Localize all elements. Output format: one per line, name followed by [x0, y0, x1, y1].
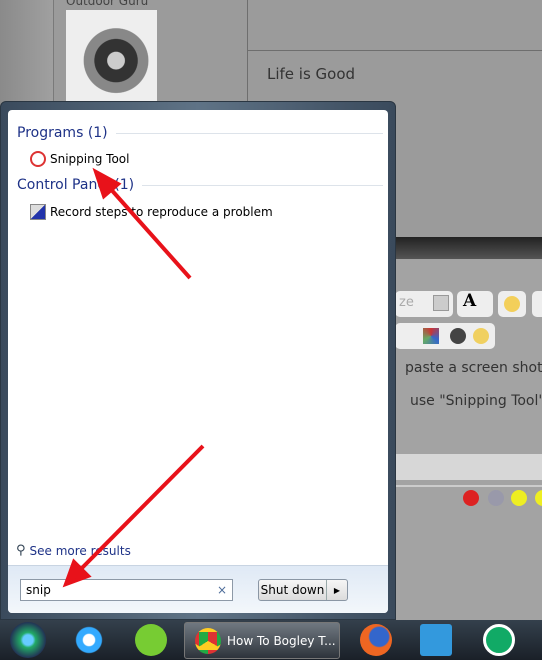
angry-smiley-icon[interactable] [463, 490, 479, 506]
divider [142, 184, 383, 186]
shutdown-button[interactable]: Shut down [259, 580, 327, 600]
result-label: Snipping Tool [50, 152, 130, 166]
start-orb-icon[interactable] [10, 622, 46, 658]
avatar [66, 10, 157, 102]
steps-recorder-icon [30, 204, 46, 220]
search-icon: ⚲ [16, 543, 26, 558]
group-control-panel: Control Panel (1) [17, 177, 383, 193]
insert-toolbar [395, 323, 495, 349]
see-more-label: See more results [29, 543, 131, 558]
grin-smiley-icon[interactable] [511, 490, 527, 506]
sun-icon[interactable] [473, 328, 489, 344]
search-input[interactable]: snip × [20, 579, 233, 601]
ghost-smiley-icon[interactable] [488, 490, 504, 506]
internet-explorer-icon[interactable] [73, 624, 105, 656]
scissors-icon [30, 151, 46, 167]
result-label: Record steps to reproduce a problem [50, 205, 273, 219]
clear-search-icon[interactable]: × [217, 583, 227, 597]
divider [395, 485, 542, 487]
editor-text: use "Snipping Tool". [410, 393, 542, 409]
chevron-down-icon [433, 295, 449, 311]
shutdown-button-group: Shut down ▶ [258, 579, 348, 601]
firefox-icon[interactable] [360, 624, 392, 656]
smiley-icon [504, 296, 520, 312]
group-programs: Programs (1) [17, 125, 383, 141]
group-title: Control Panel (1) [17, 177, 135, 193]
globe-button[interactable] [532, 291, 542, 317]
see-more-results-link[interactable]: ⚲ See more results [16, 543, 131, 558]
font-color-button[interactable]: A [457, 291, 493, 317]
divider [247, 50, 542, 51]
start-menu: Programs (1) Snipping Tool Control Panel… [8, 110, 388, 613]
start-menu-bottom: snip × Shut down ▶ [8, 565, 388, 613]
editor-footer [395, 454, 542, 480]
username[interactable]: Outdoor Guru [66, 0, 148, 8]
divider [115, 132, 383, 134]
result-record-steps[interactable]: Record steps to reproduce a problem [30, 204, 273, 220]
group-title: Programs (1) [17, 125, 108, 141]
utorrent-icon[interactable] [483, 624, 515, 656]
search-value: snip [26, 583, 51, 597]
editor-text: paste a screen shot? [405, 360, 542, 376]
image-icon[interactable] [450, 328, 466, 344]
font-size-placeholder: ze [399, 295, 414, 310]
smiley-button[interactable] [498, 291, 526, 317]
window-title: How To Bogley T... [227, 633, 336, 648]
shutdown-options-arrow-icon[interactable]: ▶ [327, 580, 347, 600]
editor-header [395, 237, 542, 259]
editor-panel: ze A [395, 259, 542, 620]
font-size-select[interactable]: ze [395, 291, 453, 317]
taskbar-chrome-window[interactable]: How To Bogley T... [184, 622, 340, 659]
link-icon[interactable] [423, 328, 439, 344]
result-snipping-tool[interactable]: Snipping Tool [30, 151, 129, 167]
chrome-icon [195, 627, 221, 654]
post-text: Life is Good [267, 65, 356, 83]
on-screen-keyboard-icon[interactable] [420, 624, 452, 656]
pear-app-icon[interactable] [135, 624, 167, 656]
